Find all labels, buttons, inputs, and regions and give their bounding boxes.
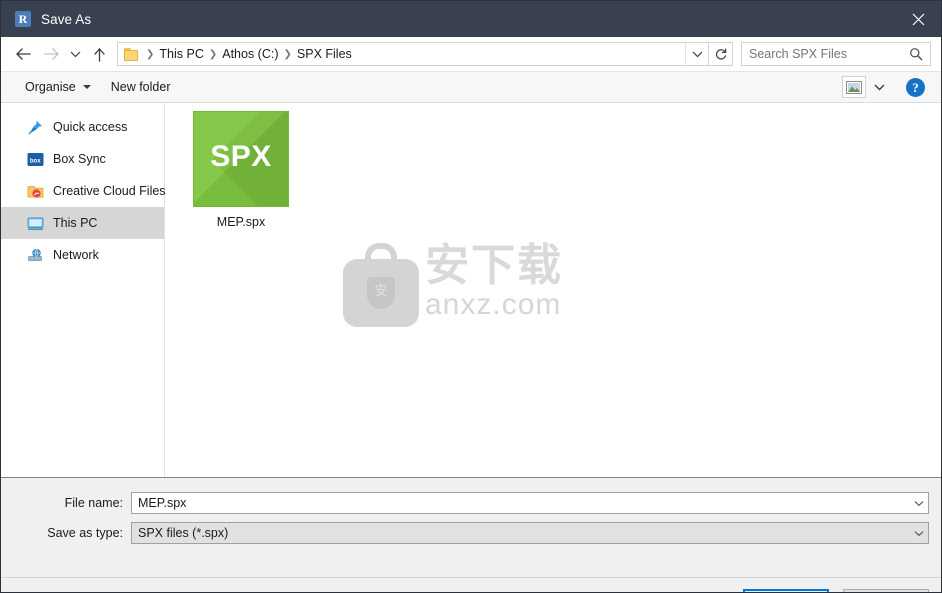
dialog-footer: Hide Folders Save Cancel: [1, 577, 941, 592]
recent-locations-button[interactable]: [65, 40, 85, 68]
watermark-bag-icon: 安: [343, 243, 419, 327]
file-name-label: File name:: [64, 496, 123, 510]
sidebar-item-creative-cloud-files[interactable]: Creative Cloud Files: [1, 175, 166, 207]
up-arrow-icon: [93, 47, 105, 62]
up-button[interactable]: [85, 40, 113, 68]
file-name-input[interactable]: MEP.spx: [132, 496, 910, 510]
file-list-pane[interactable]: SPX MEP.spx 安 安下载 anxz.com: [165, 103, 941, 477]
back-arrow-icon: [15, 48, 31, 60]
file-thumbnail-spx: SPX: [193, 111, 289, 207]
network-icon: [27, 247, 44, 264]
forward-arrow-icon: [43, 48, 59, 60]
navigation-bar: ❯ This PC ❯ Athos (C:) ❯ SPX Files Searc…: [1, 37, 941, 71]
toolbar-right-group: ?: [842, 76, 933, 98]
folder-icon: [124, 47, 140, 61]
address-dropdown-button[interactable]: [685, 43, 708, 65]
sidebar-item-label: This PC: [53, 216, 98, 230]
organise-menu-button[interactable]: Organise: [15, 77, 101, 97]
sidebar-item-label: Network: [53, 248, 99, 262]
chevron-down-icon: [874, 84, 884, 91]
refresh-button[interactable]: [709, 42, 733, 66]
creative-cloud-folder-icon: [27, 183, 44, 200]
breadcrumb-separator: ❯: [283, 48, 292, 60]
breadcrumb-item-spx-files[interactable]: SPX Files: [294, 47, 355, 61]
search-icon: [909, 47, 930, 61]
search-box[interactable]: Search SPX Files: [741, 42, 931, 66]
chevron-down-icon: [70, 51, 80, 58]
command-toolbar: Organise New folder ?: [1, 71, 941, 103]
view-dropdown-button[interactable]: [868, 76, 890, 98]
save-as-type-value: SPX files (*.spx): [138, 526, 229, 540]
sidebar-item-label: Quick access: [53, 120, 128, 134]
sidebar-item-this-pc[interactable]: This PC: [1, 207, 164, 239]
file-name-combo[interactable]: MEP.spx: [131, 492, 929, 514]
chevron-down-icon: [82, 85, 91, 89]
footer-buttons: Save Cancel: [743, 589, 929, 592]
breadcrumb-separator: ❯: [146, 48, 155, 60]
save-form: File name: MEP.spx Save as type: SPX fil…: [1, 477, 941, 577]
sidebar-item-label: Box Sync: [53, 152, 106, 166]
save-as-dialog: R Save As ❯ This PC ❯ Athos (C:) ❯ SPX F…: [0, 0, 942, 593]
save-as-type-label: Save as type:: [47, 526, 123, 540]
breadcrumb-separator: ❯: [208, 48, 218, 60]
file-name-row: File name: MEP.spx: [1, 492, 941, 514]
sidebar-item-label: Creative Cloud Files: [53, 184, 166, 198]
save-button[interactable]: Save: [743, 589, 829, 592]
close-icon: [912, 13, 924, 25]
file-item-mep-spx[interactable]: SPX MEP.spx: [185, 111, 297, 229]
change-view-button[interactable]: [842, 76, 866, 98]
picture-view-icon: [846, 80, 862, 94]
refresh-icon: [715, 48, 726, 60]
save-type-row: Save as type: SPX files (*.spx): [1, 522, 941, 544]
save-as-type-dropdown-button[interactable]: [910, 523, 928, 543]
help-button[interactable]: ?: [906, 77, 925, 97]
window-title: Save As: [41, 11, 92, 27]
new-folder-button[interactable]: New folder: [101, 77, 181, 97]
navigation-sidebar: Quick access box Box Sync Creative Cloud…: [1, 103, 166, 477]
new-folder-label: New folder: [110, 80, 171, 94]
browser-body: Quick access box Box Sync Creative Cloud…: [1, 103, 941, 477]
breadcrumb-item-this-pc[interactable]: This PC: [156, 47, 206, 61]
watermark-url: anxz.com: [425, 288, 562, 321]
chevron-down-icon: [692, 51, 702, 58]
site-watermark: 安 安下载 anxz.com: [343, 243, 573, 353]
svg-text:box: box: [30, 158, 41, 164]
chevron-down-icon: [914, 500, 924, 506]
close-button[interactable]: [895, 1, 941, 37]
thumbnail-text: SPX: [210, 140, 272, 173]
search-input[interactable]: Search SPX Files: [742, 47, 909, 61]
watermark-text: 安下载: [425, 240, 563, 291]
app-icon-revit: R: [15, 11, 31, 27]
sidebar-item-quick-access[interactable]: Quick access: [1, 111, 164, 143]
box-logo-icon: box: [27, 151, 44, 168]
back-button[interactable]: [9, 40, 37, 68]
file-name-dropdown-button[interactable]: [910, 493, 928, 513]
breadcrumb-item-athos-c[interactable]: Athos (C:): [219, 47, 281, 61]
title-bar: R Save As: [1, 1, 941, 37]
forward-button[interactable]: [37, 40, 65, 68]
address-bar[interactable]: ❯ This PC ❯ Athos (C:) ❯ SPX Files: [117, 42, 709, 66]
organise-label: Organise: [25, 80, 76, 94]
monitor-icon: [27, 215, 44, 232]
file-name-label: MEP.spx: [216, 215, 266, 229]
save-as-type-combo[interactable]: SPX files (*.spx): [131, 522, 929, 544]
sidebar-item-network[interactable]: Network: [1, 239, 164, 271]
pin-icon: [27, 119, 44, 136]
cancel-button[interactable]: Cancel: [843, 589, 929, 592]
sidebar-item-box-sync[interactable]: box Box Sync: [1, 143, 164, 175]
chevron-down-icon: [914, 530, 924, 536]
watermark-shield-glyph: 安: [367, 277, 395, 309]
